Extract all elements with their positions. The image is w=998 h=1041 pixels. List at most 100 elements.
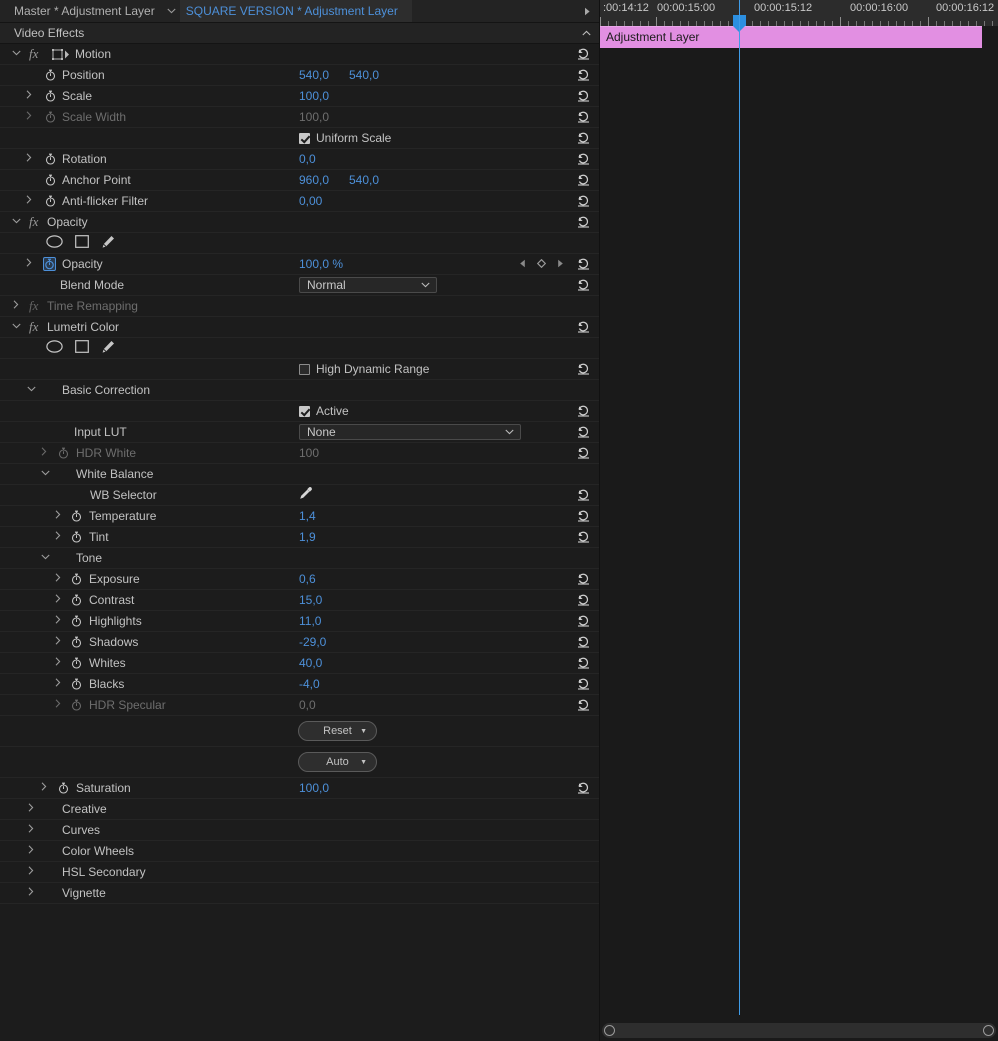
twisty-scale-icon[interactable]: [22, 90, 36, 102]
pen-mask-icon[interactable]: [101, 340, 115, 357]
video-effects-header[interactable]: Video Effects: [0, 23, 599, 44]
param-temperature-row[interactable]: Temperature 1,4: [0, 506, 599, 527]
param-opacity-row[interactable]: Opacity 100,0 %: [0, 254, 599, 275]
param-uniform-scale-row[interactable]: Uniform Scale: [0, 128, 599, 149]
twisty-exposure-icon[interactable]: [51, 573, 65, 585]
reset-blend-mode-button[interactable]: [575, 277, 592, 293]
reset-anchor-point-button[interactable]: [575, 172, 592, 188]
twisty-vignette-icon[interactable]: [24, 887, 38, 899]
rectangle-mask-icon[interactable]: [75, 340, 89, 356]
stopwatch-temperature-icon[interactable]: [70, 509, 83, 523]
reset-rotation-button[interactable]: [575, 151, 592, 167]
reset-hdr-white-button[interactable]: [575, 445, 592, 461]
twisty-saturation-icon[interactable]: [37, 782, 51, 794]
param-scale-row[interactable]: Scale 100,0: [0, 86, 599, 107]
stopwatch-opacity-icon[interactable]: [43, 257, 56, 271]
reset-exposure-button[interactable]: [575, 571, 592, 587]
twisty-highlights-icon[interactable]: [51, 615, 65, 627]
stopwatch-contrast-icon[interactable]: [70, 593, 83, 607]
section-vignette-row[interactable]: Vignette: [0, 883, 599, 904]
param-contrast-row[interactable]: Contrast 15,0: [0, 590, 599, 611]
active-checkbox[interactable]: [299, 405, 310, 417]
reset-anti-flicker-button[interactable]: [575, 193, 592, 209]
twisty-basic-correction-icon[interactable]: [24, 385, 38, 395]
reset-scale-width-button[interactable]: [575, 109, 592, 125]
twisty-tint-icon[interactable]: [51, 531, 65, 543]
stopwatch-whites-icon[interactable]: [70, 656, 83, 670]
timeline-ruler[interactable]: :00:14:12 00:00:15:00 00:00:15:12 00:00:…: [600, 0, 998, 27]
uniform-scale-checkbox[interactable]: [299, 132, 310, 144]
param-anchor-point-value-x[interactable]: 960,0: [299, 173, 329, 187]
param-active-row[interactable]: Active: [0, 401, 599, 422]
stopwatch-blacks-icon[interactable]: [70, 677, 83, 691]
stopwatch-exposure-icon[interactable]: [70, 572, 83, 586]
reset-opacity-effect-button[interactable]: [575, 214, 592, 230]
twisty-anti-flicker-icon[interactable]: [22, 195, 36, 207]
high-dynamic-range-checkbox[interactable]: [299, 363, 310, 375]
scroll-knob-left[interactable]: [604, 1025, 615, 1036]
param-position-row[interactable]: Position 540,0 540,0: [0, 65, 599, 86]
section-color-wheels-row[interactable]: Color Wheels: [0, 841, 599, 862]
next-keyframe-icon[interactable]: [557, 259, 564, 270]
reset-input-lut-button[interactable]: [575, 424, 592, 440]
input-lut-dropdown[interactable]: None: [299, 424, 521, 440]
param-hdr-row[interactable]: High Dynamic Range: [0, 359, 599, 380]
reset-scale-button[interactable]: [575, 88, 592, 104]
eyedropper-icon[interactable]: [298, 486, 313, 504]
twisty-motion-icon[interactable]: [9, 49, 23, 59]
saturation-value[interactable]: 100,0: [299, 781, 329, 795]
twisty-rotation-icon[interactable]: [22, 153, 36, 165]
reset-wb-selector-button[interactable]: [575, 487, 592, 503]
param-anti-flicker-value[interactable]: 0,00: [299, 194, 322, 208]
stopwatch-tint-icon[interactable]: [70, 530, 83, 544]
chevron-down-icon[interactable]: [164, 0, 180, 22]
param-exposure-row[interactable]: Exposure 0,6: [0, 569, 599, 590]
ellipse-mask-icon[interactable]: [46, 235, 63, 251]
add-keyframe-icon[interactable]: [536, 258, 547, 270]
temperature-value[interactable]: 1,4: [299, 509, 316, 523]
reset-temperature-button[interactable]: [575, 508, 592, 524]
reset-opacity-param-button[interactable]: [575, 256, 592, 272]
effect-opacity-header[interactable]: fx Opacity: [0, 212, 599, 233]
param-anchor-point-row[interactable]: Anchor Point 960,0 540,0: [0, 170, 599, 191]
reset-active-button[interactable]: [575, 403, 592, 419]
section-tone-row[interactable]: Tone: [0, 548, 599, 569]
timeline-horizontal-scrollbar[interactable]: [602, 1023, 996, 1038]
param-wb-selector-row[interactable]: WB Selector: [0, 485, 599, 506]
tab-master-adjustment-layer[interactable]: Master * Adjustment Layer: [0, 0, 164, 22]
section-creative-row[interactable]: Creative: [0, 799, 599, 820]
twisty-contrast-icon[interactable]: [51, 594, 65, 606]
twisty-shadows-icon[interactable]: [51, 636, 65, 648]
param-whites-row[interactable]: Whites 40,0: [0, 653, 599, 674]
param-scale-value[interactable]: 100,0: [299, 89, 329, 103]
twisty-lumetri-icon[interactable]: [9, 322, 23, 332]
shadows-value[interactable]: -29,0: [299, 635, 326, 649]
section-hsl-secondary-row[interactable]: HSL Secondary: [0, 862, 599, 883]
twisty-blacks-icon[interactable]: [51, 678, 65, 690]
twisty-opacity-param-icon[interactable]: [22, 258, 36, 270]
whites-value[interactable]: 40,0: [299, 656, 322, 670]
param-position-value-y[interactable]: 540,0: [349, 68, 379, 82]
stopwatch-anti-flicker-icon[interactable]: [44, 194, 57, 208]
reset-highlights-button[interactable]: [575, 613, 592, 629]
stopwatch-position-icon[interactable]: [44, 68, 57, 82]
reset-saturation-button[interactable]: [575, 780, 592, 796]
effect-motion-header[interactable]: fx Motion: [0, 44, 599, 65]
scroll-knob-right[interactable]: [983, 1025, 994, 1036]
stopwatch-anchor-point-icon[interactable]: [44, 173, 57, 187]
exposure-value[interactable]: 0,6: [299, 572, 316, 586]
param-anti-flicker-row[interactable]: Anti-flicker Filter 0,00: [0, 191, 599, 212]
reset-whites-button[interactable]: [575, 655, 592, 671]
section-curves-row[interactable]: Curves: [0, 820, 599, 841]
twisty-curves-icon[interactable]: [24, 824, 38, 836]
param-shadows-row[interactable]: Shadows -29,0: [0, 632, 599, 653]
twisty-white-balance-icon[interactable]: [38, 469, 52, 479]
blacks-value[interactable]: -4,0: [299, 677, 320, 691]
section-white-balance-row[interactable]: White Balance: [0, 464, 599, 485]
reset-tint-button[interactable]: [575, 529, 592, 545]
param-saturation-row[interactable]: Saturation 100,0: [0, 778, 599, 799]
twisty-whites-icon[interactable]: [51, 657, 65, 669]
rectangle-mask-icon[interactable]: [75, 235, 89, 251]
panel-overflow-icon[interactable]: [584, 0, 591, 22]
tab-square-version-adjustment-layer[interactable]: SQUARE VERSION * Adjustment Layer: [179, 0, 412, 22]
